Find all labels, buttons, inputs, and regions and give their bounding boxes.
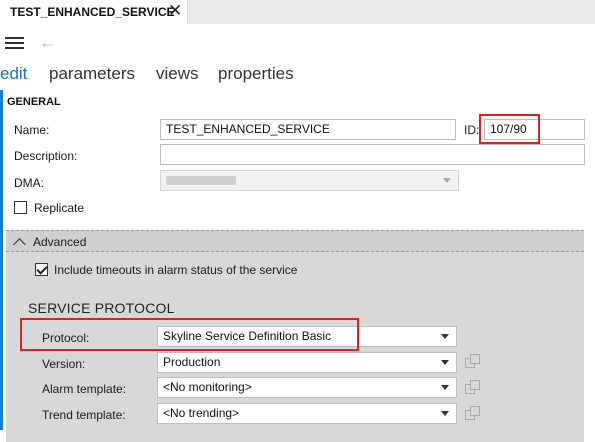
chevron-up-icon [13, 238, 26, 251]
replicate-label: Replicate [34, 201, 85, 215]
document-tab[interactable]: TEST_ENHANCED_SERVICE ✕ [0, 0, 188, 24]
trend-template-value: <No trending> [163, 406, 240, 420]
include-timeouts-checkbox[interactable] [35, 263, 48, 276]
name-value: TEST_ENHANCED_SERVICE [166, 122, 330, 136]
id-label: ID: [464, 123, 480, 137]
copy-icon[interactable] [465, 354, 481, 369]
alarm-template-value: <No monitoring> [163, 380, 252, 394]
sub-tabs: edit parameters views properties [0, 62, 595, 86]
service-protocol-title: SERVICE PROTOCOL [28, 300, 175, 316]
section-accent-bar [0, 90, 3, 430]
description-label: Description: [14, 149, 78, 163]
chevron-down-icon [441, 334, 449, 339]
dma-label: DMA: [14, 176, 44, 190]
close-icon[interactable]: ✕ [168, 2, 182, 20]
back-arrow-icon[interactable]: ← [39, 32, 57, 53]
edit-panel: GENERAL Name: TEST_ENHANCED_SERVICE ID: … [0, 90, 595, 442]
tab-properties[interactable]: properties [218, 64, 294, 84]
replicate-checkbox[interactable] [14, 201, 27, 214]
toolbar: ← [0, 24, 595, 60]
version-label: Version: [42, 357, 86, 371]
general-section-title: GENERAL [7, 96, 61, 108]
trend-template-label: Trend template: [42, 408, 126, 422]
name-field[interactable]: TEST_ENHANCED_SERVICE [160, 119, 456, 140]
protocol-highlight-box [20, 318, 359, 351]
alarm-template-label: Alarm template: [42, 382, 127, 396]
copy-icon[interactable] [465, 380, 481, 395]
chevron-down-icon [441, 411, 449, 416]
tab-title: TEST_ENHANCED_SERVICE [10, 5, 175, 19]
dma-value-redacted [166, 176, 236, 185]
tab-views[interactable]: views [156, 64, 199, 84]
description-field[interactable] [160, 144, 585, 165]
alarm-template-select[interactable]: <No monitoring> [157, 377, 457, 398]
trend-template-select[interactable]: <No trending> [157, 403, 457, 424]
chevron-down-icon [441, 360, 449, 365]
tab-strip: TEST_ENHANCED_SERVICE ✕ [0, 0, 595, 24]
chevron-down-icon [443, 178, 451, 183]
id-highlight-box [479, 114, 540, 144]
advanced-label: Advanced [33, 235, 87, 249]
dma-select[interactable] [160, 170, 459, 191]
version-select[interactable]: Production [157, 352, 457, 373]
version-value: Production [163, 355, 221, 369]
name-label: Name: [14, 123, 50, 137]
tab-edit[interactable]: edit [0, 64, 27, 84]
copy-icon[interactable] [465, 406, 481, 421]
hamburger-icon[interactable] [5, 37, 24, 49]
chevron-down-icon [441, 385, 449, 390]
include-timeouts-label: Include timeouts in alarm status of the … [54, 263, 298, 277]
advanced-header[interactable]: Advanced [6, 230, 584, 252]
tab-parameters[interactable]: parameters [49, 64, 135, 84]
